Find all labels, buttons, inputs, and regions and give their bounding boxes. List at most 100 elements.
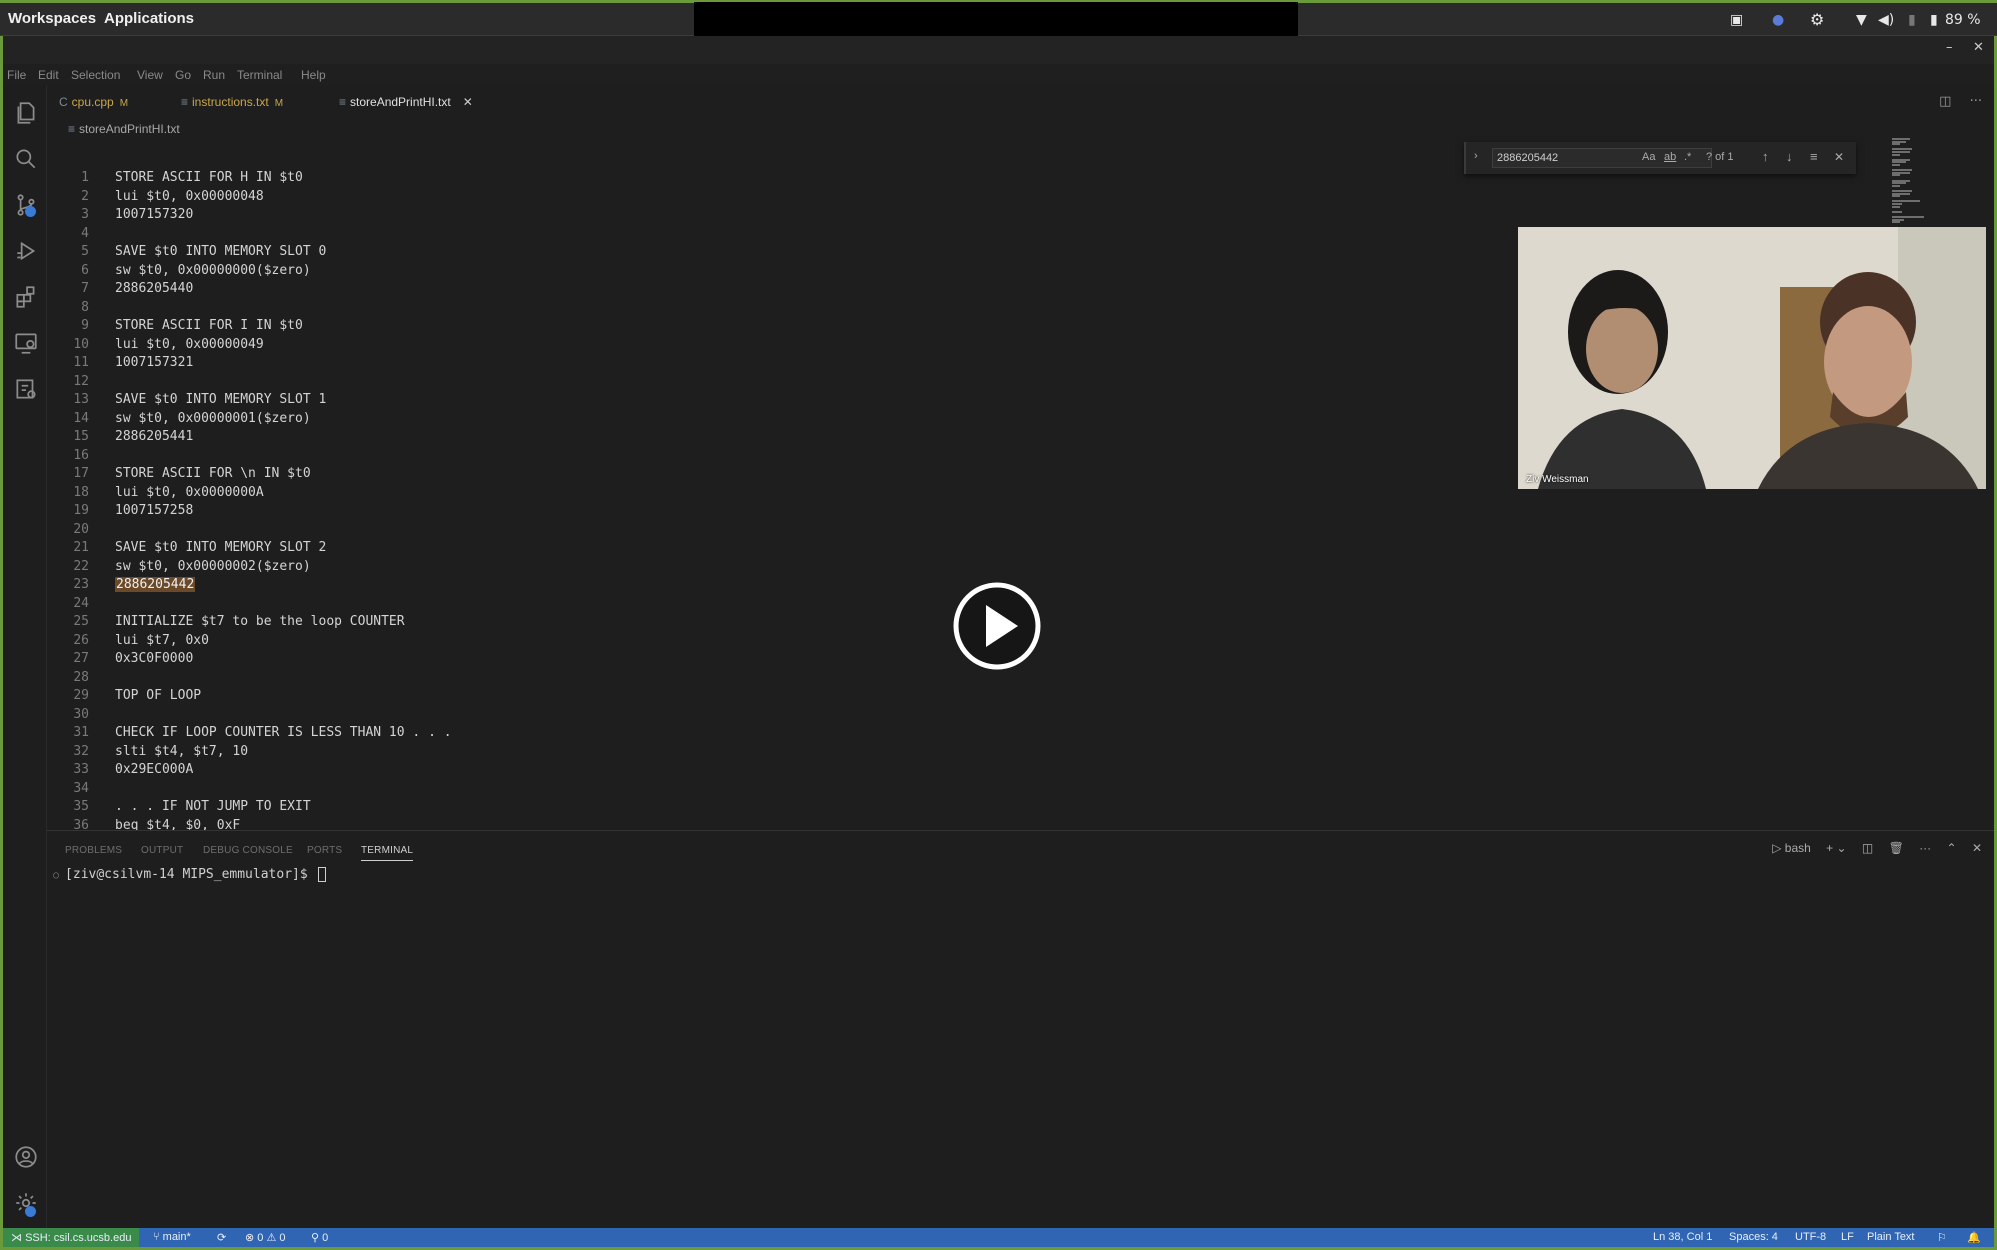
play-button-icon[interactable] [952,581,1042,671]
extensions-icon[interactable] [13,284,39,310]
menu-help[interactable]: Help [301,68,326,82]
code-text: 0x3C0F0000 [115,651,194,666]
screen-icon[interactable]: ▣ [1730,12,1743,28]
code-editor[interactable]: 1 STORE ASCII FOR H IN $t0 2 lui $t0, 0x000… [47,170,1547,830]
panel-tab-problems[interactable]: PROBLEMS [65,845,122,856]
new-terminal-icon[interactable]: + [1826,841,1833,855]
menu-terminal[interactable]: Terminal [237,68,282,82]
close-window-icon[interactable]: ✕ [1973,40,1984,55]
code-text: SAVE $t0 INTO MEMORY SLOT 2 [115,540,327,555]
wifi-icon[interactable]: ▼ [1856,12,1867,28]
notifications-icon[interactable]: 🔔 [1967,1231,1981,1244]
menu-file[interactable]: File [7,68,26,82]
panel-tab-debug-console[interactable]: DEBUG CONSOLE [203,845,293,856]
battery-icon[interactable]: ▮ [1930,12,1938,28]
text-file-icon: ≡ [68,122,76,136]
search-icon[interactable] [13,146,39,172]
menu-go[interactable]: Go [175,68,191,82]
encoding[interactable]: UTF-8 [1795,1231,1826,1243]
tab-storeandprinthi-txt[interactable]: ≡ storeAndPrintHI.txt ✕ [339,90,473,114]
line-number: 6 [81,262,89,278]
minimap-line [1892,195,1900,198]
find-in-selection-icon[interactable]: ≡ [1810,149,1818,164]
terminal-dropdown-icon[interactable]: ⌄ [1837,841,1847,855]
feedback-icon[interactable]: ⚐ [1937,1231,1947,1244]
error-icon: ⊗ [245,1232,258,1244]
panel-tab-ports[interactable]: PORTS [307,845,342,856]
kill-terminal-icon[interactable]: 🗑 [1889,841,1904,855]
tab-label: instructions.txt [192,95,269,109]
regex-button[interactable]: .* [1684,151,1691,163]
panel-tab-terminal[interactable]: TERMINAL [361,845,414,861]
remote-indicator[interactable]: ⋊ SSH: csil.cs.ucsb.edu [3,1228,140,1247]
minimap-line [1892,210,1902,213]
panel-more-icon[interactable]: ··· [1919,841,1931,855]
explorer-icon[interactable] [13,100,39,126]
split-editor-icon[interactable]: ◫ [1939,94,1951,109]
menu-run[interactable]: Run [203,68,225,82]
language-mode[interactable]: Plain Text [1867,1231,1915,1243]
workspaces-menu[interactable]: Workspaces [8,10,96,27]
maximize-panel-icon[interactable]: ⌃ [1947,841,1957,855]
cursor-position[interactable]: Ln 38, Col 1 [1653,1231,1712,1243]
text-file-icon: ≡ [339,95,347,109]
line-number: 27 [73,651,89,666]
find-input[interactable] [1492,148,1712,168]
code-text: 1007157258 [115,503,194,518]
terminal-line[interactable]: ○ [ziv@csilvm-14 MIPS_emmulator]$ [53,867,326,882]
branch-indicator[interactable]: ⑂ main* [153,1231,191,1243]
code-text: 1007157321 [115,355,194,370]
find-widget: › Aa ab .* ? of 1 ↑ ↓ ≡ ✕ [1464,142,1856,174]
terminal-cursor [317,867,326,882]
line-number: 30 [73,706,89,722]
remote-explorer-icon[interactable] [13,330,39,356]
manage-badge [25,1206,36,1217]
indentation[interactable]: Spaces: 4 [1729,1231,1778,1243]
app-indicator-icon[interactable]: ● [1772,12,1784,28]
tab-instructions-txt[interactable]: ≡ instructions.txt M [181,90,283,114]
panel-tab-output[interactable]: OUTPUT [141,845,183,856]
menu-view[interactable]: View [137,68,163,82]
close-panel-icon[interactable]: ✕ [1972,841,1982,855]
end-of-line[interactable]: LF [1841,1231,1854,1243]
tab-cpu-cpp[interactable]: Ccpu.cpp M [59,90,128,114]
code-text: 0x29EC000A [115,762,194,777]
modified-marker: M [119,98,129,109]
branch-name: main* [162,1231,191,1243]
close-tab-icon[interactable]: ✕ [463,95,473,109]
match-case-button[interactable]: Aa [1642,151,1655,163]
line-number: 1 [81,170,89,185]
tab-label: storeAndPrintHI.txt [350,95,451,109]
toggle-replace-icon[interactable]: › [1474,150,1478,162]
close-find-icon[interactable]: ✕ [1834,150,1844,164]
line-number: 28 [73,669,89,685]
terminal-shell-name[interactable]: bash [1785,841,1811,855]
run-debug-icon[interactable] [13,238,39,264]
menu-edit[interactable]: Edit [38,68,59,82]
applications-menu[interactable]: Applications [104,10,194,27]
minimap[interactable] [1888,138,1988,228]
split-terminal-icon[interactable]: ◫ [1862,841,1873,855]
activity-bar [3,86,47,1228]
minimap-line [1892,143,1900,146]
line-number: 15 [73,429,89,444]
whole-word-button[interactable]: ab [1664,151,1676,163]
editor-tabs: Ccpu.cpp M ≡ instructions.txt M ≡ storeAndPr… [47,90,1994,114]
settings-gear-icon[interactable]: ⚙ [1810,10,1824,29]
previous-match-icon[interactable]: ↑ [1762,149,1769,164]
problems-indicator[interactable]: ⊗ 0 ⚠ 0 [245,1231,286,1244]
code-text: 1007157320 [115,207,194,222]
more-actions-icon[interactable]: ··· [1970,94,1982,109]
accounts-icon[interactable] [13,1144,39,1170]
testing-icon[interactable] [13,376,39,402]
microphone-icon[interactable]: ▮ [1908,12,1916,28]
volume-icon[interactable]: ◀) [1878,12,1894,28]
next-match-icon[interactable]: ↓ [1786,149,1793,164]
code-text: . . . IF NOT JUMP TO EXIT [115,799,311,814]
line-number: 29 [73,688,89,703]
sync-icon[interactable]: ⟳ [217,1231,226,1244]
menu-selection[interactable]: Selection [71,68,120,82]
breadcrumb[interactable]: ≡ storeAndPrintHI.txt [68,122,180,136]
ports-indicator[interactable]: ⚲ 0 [311,1231,328,1244]
minimize-icon[interactable]: – [1946,40,1953,55]
